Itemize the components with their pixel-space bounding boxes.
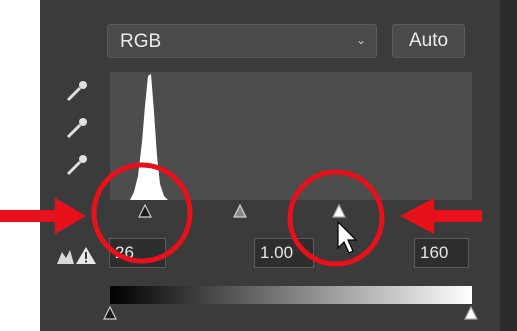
histogram-peak xyxy=(130,74,168,200)
black-point-slider-handle[interactable] xyxy=(138,204,152,218)
gamma-input-field[interactable]: 1.00 xyxy=(254,238,314,268)
gray-point-eyedropper-icon[interactable] xyxy=(62,113,92,143)
black-input-field[interactable]: 26 xyxy=(109,238,166,268)
output-levels-gradient xyxy=(110,286,472,304)
panel-edge xyxy=(500,0,517,331)
output-white-slider-handle[interactable] xyxy=(464,306,478,320)
output-black-slider-handle[interactable] xyxy=(103,306,117,320)
histogram xyxy=(110,72,472,200)
black-point-eyedropper-icon[interactable] xyxy=(62,76,92,106)
white-point-slider-handle[interactable] xyxy=(332,204,346,218)
channel-select[interactable]: RGB ⌄ xyxy=(107,24,377,58)
white-point-eyedropper-icon[interactable] xyxy=(62,150,92,180)
clipping-warning-icon[interactable] xyxy=(56,244,98,266)
input-levels-slider xyxy=(110,200,472,226)
white-input-field[interactable]: 160 xyxy=(414,238,469,268)
channel-select-value: RGB xyxy=(120,31,162,52)
histogram-graph xyxy=(130,74,168,200)
midtone-slider-handle[interactable] xyxy=(233,204,247,218)
chevron-down-icon: ⌄ xyxy=(355,33,366,47)
auto-button[interactable]: Auto xyxy=(392,24,465,58)
